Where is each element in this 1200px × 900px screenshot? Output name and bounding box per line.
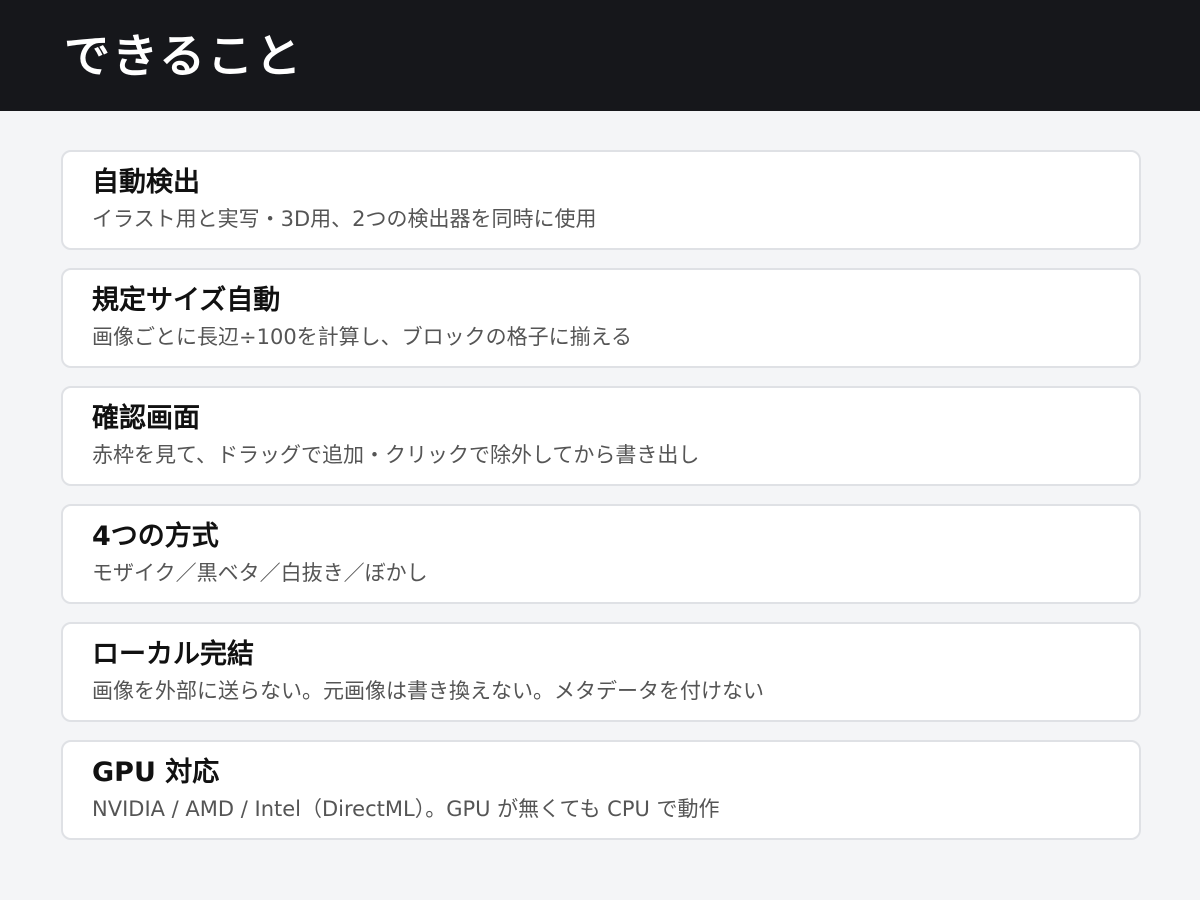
feature-title: 確認画面 [92,403,200,434]
feature-card-auto-size: 規定サイズ自動 画像ごとに長辺÷100を計算し、ブロックの格子に揃える [61,268,1141,368]
header-bar: できること [0,0,1200,111]
feature-description: NVIDIA / AMD / Intel（DirectML）。GPU が無くても… [92,797,720,821]
feature-title: ローカル完結 [92,639,254,670]
feature-card-four-methods: 4つの方式 モザイク／黒ベタ／白抜き／ぼかし [61,504,1141,604]
feature-description: 画像を外部に送らない。元画像は書き換えない。メタデータを付けない [92,679,764,703]
feature-description: イラスト用と実写・3D用、2つの検出器を同時に使用 [92,207,597,231]
page-title: できること [64,28,304,83]
feature-title: GPU 対応 [92,757,220,788]
feature-title: 4つの方式 [92,521,219,552]
feature-title: 自動検出 [92,167,200,198]
feature-card-review-screen: 確認画面 赤枠を見て、ドラッグで追加・クリックで除外してから書き出し [61,386,1141,486]
feature-description: モザイク／黒ベタ／白抜き／ぼかし [92,561,428,585]
feature-card-local-only: ローカル完結 画像を外部に送らない。元画像は書き換えない。メタデータを付けない [61,622,1141,722]
feature-description: 画像ごとに長辺÷100を計算し、ブロックの格子に揃える [92,325,633,349]
feature-card-gpu-support: GPU 対応 NVIDIA / AMD / Intel（DirectML）。GP… [61,740,1141,840]
feature-title: 規定サイズ自動 [92,285,281,316]
feature-description: 赤枠を見て、ドラッグで追加・クリックで除外してから書き出し [92,443,700,467]
feature-list: 自動検出 イラスト用と実写・3D用、2つの検出器を同時に使用 規定サイズ自動 画… [61,150,1141,858]
feature-card-auto-detection: 自動検出 イラスト用と実写・3D用、2つの検出器を同時に使用 [61,150,1141,250]
